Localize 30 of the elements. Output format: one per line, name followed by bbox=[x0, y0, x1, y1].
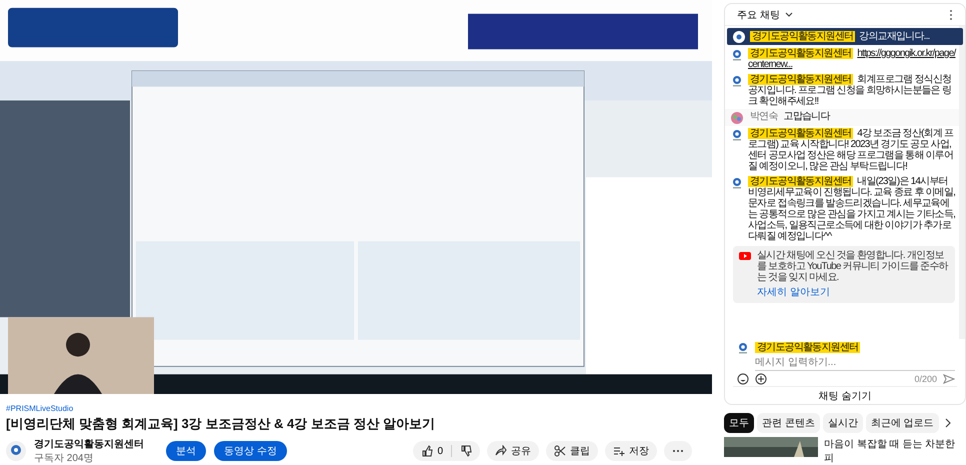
filter-chip[interactable]: 모두 bbox=[724, 413, 754, 433]
chat-message: 경기도공익활동지원센터 내일(23일)은 14시부터 비영리세무교육이 진행됩니다. 교육 종료 후 이메일,문자로 접속링크를 발송드리겠습니다. 세무교육에는 공통적으로 많은 관심을 가지고 계시는 기타소득, 사업소득, 일용직근로소득에 대한 이야기가 추가로 다뤄질 예정입니다^^ bbox=[748, 176, 956, 242]
video-title: [비영리단체 맞춤형 회계교육] 3강 보조금정산 & 4강 보조금 정산 알아보기 bbox=[6, 415, 436, 433]
share-button[interactable]: 공유 bbox=[487, 441, 539, 461]
chat-message: 박연숙 고맙습니다 bbox=[749, 111, 832, 124]
pinned-message[interactable]: 경기도공익활동지원센터 강의교재입니다... bbox=[727, 28, 963, 45]
chat-mode-dropdown[interactable]: 주요 채팅 bbox=[737, 8, 795, 22]
edit-video-button[interactable]: 동영상 수정 bbox=[214, 441, 287, 461]
recommended-video-title[interactable]: 마음이 복잡할 때 듣는 차분한 피 bbox=[824, 437, 966, 465]
author-name: 경기도공익활동지원센터 bbox=[755, 342, 860, 353]
clip-button[interactable]: 클립 bbox=[546, 441, 598, 461]
filter-chip[interactable]: 관련 콘텐츠 bbox=[757, 413, 820, 433]
learn-more-link[interactable]: 자세히 알아보기 bbox=[757, 285, 949, 299]
save-button[interactable]: 저장 bbox=[605, 441, 657, 461]
analytics-button[interactable]: 분석 bbox=[166, 441, 206, 461]
hashtag-link[interactable]: #PRISMLiveStudio bbox=[6, 404, 712, 413]
chat-message: 경기도공익활동지원센터 https://gggongik.or.kr/page/centernew... bbox=[748, 48, 957, 70]
subscriber-count: 구독자 204명 bbox=[34, 452, 94, 465]
pinned-text: 강의교재입니다... bbox=[859, 31, 930, 42]
notice-text: 실시간 채팅에 오신 것을 환영합니다. 개인정보를 보호하고 YouTube 커뮤니티 가이드를 준수하는 것을 잊지 마세요. bbox=[757, 250, 949, 283]
hide-chat-button[interactable]: 채팅 숨기기 bbox=[733, 386, 957, 404]
message-input[interactable]: 메시지 입력하기... bbox=[755, 355, 955, 371]
filter-chip[interactable]: 실시간 bbox=[822, 413, 863, 433]
like-button[interactable]: 0 bbox=[413, 441, 451, 461]
chat-message: 경기도공익활동지원센터 4강 보조금 정산(회계 프로그램) 교육 시작합니다! 2023년 경기도 공모 사업, 센터 공모사업 정산은 해당 프로그램을 통해 이루어질 예정이오니, 많은 관심 부탁드립니다! bbox=[748, 128, 954, 172]
filter-chip[interactable]: 최근에 업로드 bbox=[866, 413, 939, 433]
character-counter: 0/200 bbox=[914, 374, 937, 384]
chat-message: 경기도공익활동지원센터 회계프로그램 정식신청공지입니다. 프로그램 신청을 희망하시는분들은 링크 확인해주세요!! bbox=[748, 74, 952, 107]
channel-name[interactable]: 경기도공익활동지원센터 bbox=[34, 437, 144, 451]
author-badge: 경기도공익활동지원센터 bbox=[750, 31, 856, 42]
